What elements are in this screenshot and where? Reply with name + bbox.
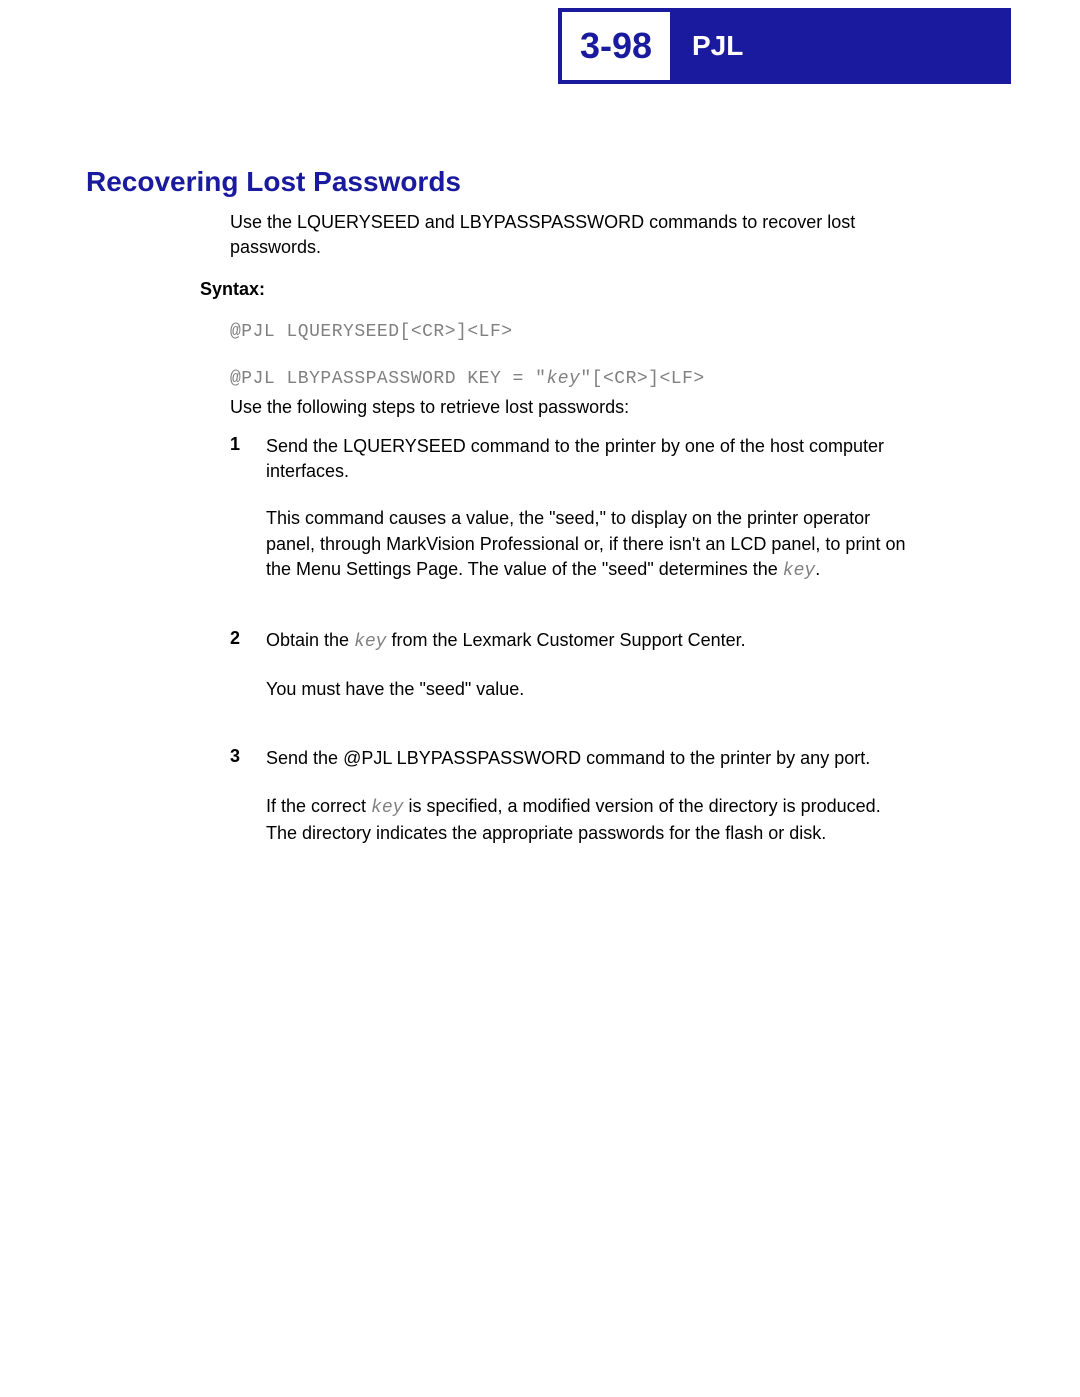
step-number: 3	[230, 746, 266, 868]
steps-intro: Use the following steps to retrieve lost…	[230, 397, 629, 418]
key-inline: key	[783, 561, 815, 581]
step-content: Send the LQUERYSEED command to the print…	[266, 434, 910, 606]
key-inline: key	[354, 632, 386, 652]
step-2: 2 Obtain the key from the Lexmark Custom…	[230, 628, 910, 724]
key-inline: key	[371, 798, 403, 818]
step-2-p1-pre: Obtain the	[266, 630, 354, 650]
syntax-line-2-pre: @PJL LBYPASSPASSWORD KEY = "	[230, 369, 546, 389]
step-content: Send the @PJL LBYPASSPASSWORD command to…	[266, 746, 910, 868]
step-2-p1-post: from the Lexmark Customer Support Center…	[386, 630, 745, 650]
step-number: 1	[230, 434, 266, 606]
step-number: 2	[230, 628, 266, 724]
step-3-p2: If the correct key is specified, a modif…	[266, 794, 910, 846]
step-1-p2-post: .	[815, 559, 820, 579]
step-3-p2-pre: If the correct	[266, 796, 371, 816]
header-title: PJL	[692, 30, 743, 62]
intro-text: Use the LQUERYSEED and LBYPASSPASSWORD c…	[230, 210, 910, 260]
step-1: 1 Send the LQUERYSEED command to the pri…	[230, 434, 910, 606]
syntax-line-2-post: "[<CR>]<LF>	[580, 369, 704, 389]
syntax-line-2: @PJL LBYPASSPASSWORD KEY = "key"[<CR>]<L…	[230, 367, 705, 392]
syntax-block: @PJL LQUERYSEED[<CR>]<LF> @PJL LBYPASSPA…	[230, 320, 705, 392]
step-content: Obtain the key from the Lexmark Customer…	[266, 628, 746, 724]
syntax-label: Syntax:	[200, 279, 265, 300]
page-number: 3-98	[558, 8, 674, 84]
step-2-p2: You must have the "seed" value.	[266, 677, 746, 702]
syntax-key: key	[546, 369, 580, 389]
step-1-p2: This command causes a value, the "seed,"…	[266, 506, 910, 584]
section-heading: Recovering Lost Passwords	[86, 166, 461, 198]
step-1-p1: Send the LQUERYSEED command to the print…	[266, 434, 910, 484]
step-2-p1: Obtain the key from the Lexmark Customer…	[266, 628, 746, 655]
steps-container: 1 Send the LQUERYSEED command to the pri…	[230, 434, 910, 890]
step-3-p1: Send the @PJL LBYPASSPASSWORD command to…	[266, 746, 910, 771]
syntax-line-1: @PJL LQUERYSEED[<CR>]<LF>	[230, 320, 705, 345]
step-3: 3 Send the @PJL LBYPASSPASSWORD command …	[230, 746, 910, 868]
